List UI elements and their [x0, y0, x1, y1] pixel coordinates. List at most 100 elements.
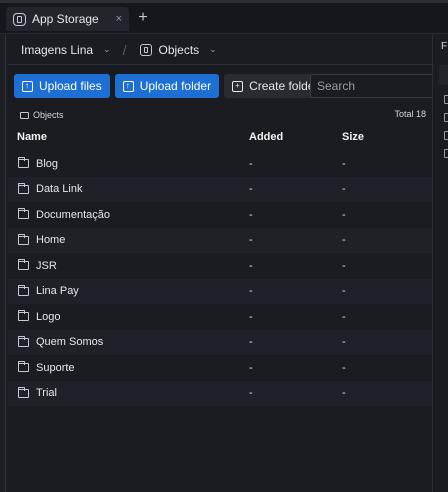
checkbox[interactable]: [444, 113, 448, 122]
name-cell: Trial: [18, 386, 57, 400]
folder-icon: [20, 111, 29, 119]
size-cell: -: [342, 157, 346, 170]
size-cell: -: [342, 208, 346, 221]
checkbox[interactable]: [444, 131, 448, 140]
upload-file-icon: ↑: [22, 80, 33, 92]
added-cell: -: [249, 208, 253, 221]
name-cell: Quem Somos: [18, 335, 104, 349]
name-cell: Data Link: [18, 182, 83, 196]
bucket-name: Imagens Lina: [21, 42, 94, 57]
create-folder-label: Create folder: [249, 79, 319, 93]
upload-folder-label: Upload folder: [139, 79, 212, 93]
size-cell: -: [342, 183, 346, 196]
tab-bar: App Storage × +: [0, 0, 448, 34]
table-row[interactable]: Home - -: [8, 227, 432, 253]
added-cell: -: [249, 259, 253, 272]
table-row[interactable]: Quem Somos - -: [8, 329, 432, 355]
folder-icon: [18, 284, 29, 296]
storage-panel: Imagens Lina ⌄ / Objects ⌄ ↑ Upload file…: [8, 35, 432, 492]
added-cell: -: [249, 387, 253, 400]
breadcrumb: Imagens Lina ⌄ / Objects ⌄: [8, 35, 432, 65]
size-cell: -: [342, 387, 346, 400]
checkbox[interactable]: [444, 149, 448, 158]
table-header: Name Added Size: [8, 131, 432, 151]
current-path-label: Objects: [33, 110, 64, 120]
column-name[interactable]: Name: [17, 131, 47, 143]
upload-folder-button[interactable]: ↑ Upload folder: [114, 74, 220, 98]
row-name: Home: [36, 234, 66, 247]
folder-icon: [18, 233, 29, 245]
total-count: Total 18: [394, 109, 426, 119]
row-name: Logo: [36, 310, 61, 323]
added-cell: -: [249, 336, 253, 349]
left-panel-edge: [0, 35, 6, 492]
folder-icon: [18, 208, 29, 220]
upload-files-label: Upload files: [39, 79, 102, 93]
storage-icon: [140, 43, 153, 56]
folder-selector[interactable]: Objects ⌄: [140, 42, 217, 57]
toolbar: ↑ Upload files ↑ Upload folder + Create …: [14, 74, 327, 98]
row-name: Lina Pay: [36, 285, 79, 298]
chevron-down-icon: ⌄: [209, 44, 217, 54]
size-cell: -: [342, 234, 346, 247]
size-cell: -: [342, 285, 346, 298]
added-cell: -: [249, 183, 253, 196]
table-row[interactable]: Trial - -: [8, 380, 432, 406]
chevron-down-icon: ⌄: [103, 44, 111, 54]
column-added[interactable]: Added: [249, 131, 283, 143]
added-cell: -: [249, 285, 253, 298]
size-cell: -: [342, 361, 346, 374]
added-cell: -: [249, 361, 253, 374]
search-input[interactable]: [310, 74, 432, 98]
object-list: Blog - - Data Link - - Documentação - - …: [8, 151, 432, 406]
bucket-selector[interactable]: Imagens Lina ⌄: [8, 43, 111, 57]
size-cell: -: [342, 336, 346, 349]
upload-files-button[interactable]: ↑ Upload files: [14, 74, 110, 98]
folder-icon: [18, 310, 29, 322]
row-name: JSR: [36, 259, 57, 272]
table-row[interactable]: JSR - -: [8, 253, 432, 279]
row-name: Blog: [36, 157, 59, 170]
name-cell: JSR: [18, 259, 57, 272]
table-row[interactable]: Documentação - -: [8, 202, 432, 228]
row-name: Documentação: [36, 208, 110, 221]
tab-title: App Storage: [32, 12, 99, 26]
table-row[interactable]: Lina Pay - -: [8, 278, 432, 304]
size-cell: -: [342, 310, 346, 323]
folder-icon: [18, 386, 29, 398]
row-name: Quem Somos: [36, 336, 104, 349]
name-cell: Blog: [18, 157, 59, 170]
name-cell: Lina Pay: [18, 284, 79, 298]
folder-icon: [18, 361, 29, 373]
current-path[interactable]: Objects: [20, 110, 64, 120]
table-row[interactable]: Suporte - -: [8, 355, 432, 381]
sidebar-header: F: [441, 41, 448, 52]
sidebar-input[interactable]: [439, 65, 448, 85]
name-cell: Documentação: [18, 208, 110, 221]
folder-icon: [18, 157, 29, 169]
checkbox[interactable]: [444, 95, 448, 104]
row-name: Data Link: [36, 183, 83, 196]
added-cell: -: [249, 157, 253, 170]
row-name: Trial: [36, 387, 57, 400]
folder-name: Objects: [158, 42, 200, 57]
table-row[interactable]: Blog - -: [8, 151, 432, 177]
name-cell: Suporte: [18, 361, 75, 374]
name-cell: Home: [18, 233, 66, 247]
right-sidebar: F: [432, 35, 448, 492]
added-cell: -: [249, 234, 253, 247]
window-top-border: [0, 0, 448, 3]
table-row[interactable]: Data Link - -: [8, 176, 432, 202]
new-tab-button[interactable]: +: [134, 9, 152, 27]
folder-icon: [18, 335, 29, 347]
name-cell: Logo: [18, 310, 61, 323]
tab-app-storage[interactable]: App Storage ×: [6, 7, 129, 31]
add-folder-icon: +: [232, 80, 244, 92]
folder-icon: [18, 259, 29, 271]
row-name: Suporte: [36, 361, 75, 374]
table-row[interactable]: Logo - -: [8, 304, 432, 330]
upload-folder-icon: ↑: [122, 80, 134, 92]
column-size[interactable]: Size: [342, 131, 364, 143]
folder-icon: [18, 182, 29, 194]
close-icon[interactable]: ×: [116, 13, 122, 25]
